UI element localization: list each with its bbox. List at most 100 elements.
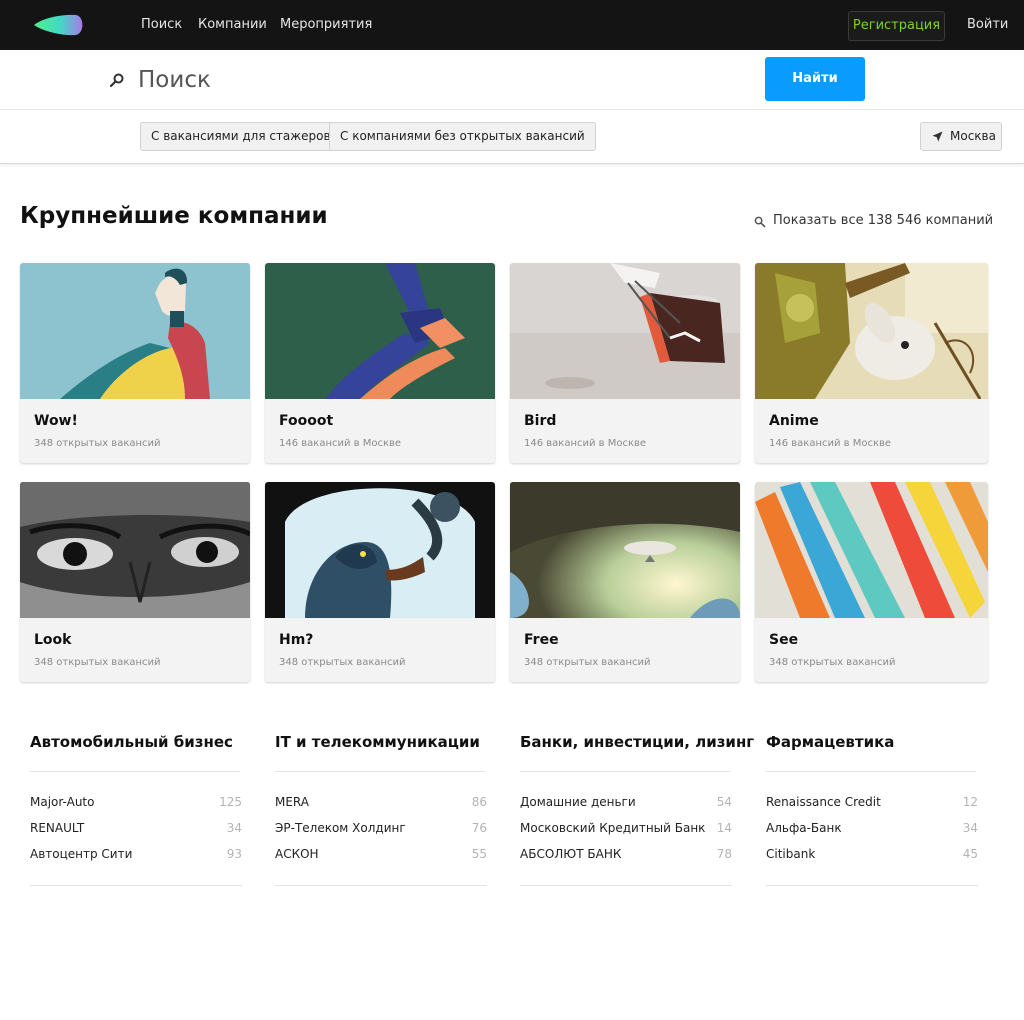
divider [520, 771, 730, 772]
brand-logo[interactable] [32, 14, 84, 36]
industry-company-count: 125 [219, 795, 242, 809]
show-all-label: Показать все 138 546 компаний [773, 213, 994, 228]
company-card-foooot[interactable]: Foooot 146 вакансий в Москве [265, 263, 495, 463]
industry-company-name: MERA [275, 795, 309, 809]
company-name: See [769, 632, 799, 648]
company-vacancies: 348 открытых вакансий [524, 657, 651, 668]
industry-company-name: АБСОЛЮТ БАНК [520, 847, 622, 861]
industry-title[interactable]: Банки, инвестиции, лизинг [520, 733, 754, 751]
company-card-look[interactable]: Look 348 открытых вакансий [20, 482, 250, 682]
company-image [20, 263, 250, 399]
company-vacancies: 146 вакансий в Москве [769, 438, 892, 449]
industry-company-count: 76 [471, 821, 487, 835]
top-nav-bar: Поиск Компании Мероприятия Регистрация В… [0, 0, 1024, 50]
industry-company-count: 86 [471, 795, 487, 809]
divider [275, 771, 485, 772]
industry-company-name: Major-Auto [30, 795, 95, 809]
company-vacancies: 146 вакансий в Москве [524, 438, 647, 449]
nav-link-search[interactable]: Поиск [141, 17, 182, 32]
industry-company-name: Домашние деньги [520, 795, 636, 809]
company-vacancies: 146 вакансий в Москве [279, 438, 402, 449]
location-arrow-icon [932, 131, 943, 142]
company-card-wow[interactable]: Wow! 348 открытых вакансий [20, 263, 250, 463]
industry-company-item[interactable]: Автоцентр Сити 93 [30, 847, 242, 867]
nav-link-companies[interactable]: Компании [198, 17, 267, 32]
company-name: Foooot [279, 413, 334, 429]
industry-company-count: 93 [226, 847, 242, 861]
section-title: Крупнейшие компании [20, 203, 328, 229]
industry-company-count: 34 [962, 821, 978, 835]
industry-company-count: 14 [716, 821, 732, 835]
login-link[interactable]: Войти [967, 17, 1008, 32]
find-button[interactable]: Найти [765, 57, 865, 101]
divider [766, 771, 976, 772]
industry-company-count: 54 [716, 795, 732, 809]
search-bar: Найти [0, 50, 1024, 110]
company-name: Look [34, 632, 72, 648]
company-name: Bird [524, 413, 557, 429]
industry-company-item[interactable]: Домашние деньги 54 [520, 795, 732, 815]
industry-company-item[interactable]: Альфа-Банк 34 [766, 821, 978, 841]
company-image [265, 263, 495, 399]
industry-company-item[interactable]: ЭР-Телеком Холдинг 76 [275, 821, 487, 841]
industry-title[interactable]: Фармацевтика [766, 733, 894, 751]
industry-company-item[interactable]: MERA 86 [275, 795, 487, 815]
company-card-bird[interactable]: Bird 146 вакансий в Москве [510, 263, 740, 463]
company-image [755, 482, 988, 618]
nav-link-events[interactable]: Мероприятия [280, 17, 372, 32]
city-label: Москва [950, 129, 996, 143]
company-name: Free [524, 632, 559, 648]
divider [520, 885, 732, 886]
industry-company-name: Автоцентр Сити [30, 847, 133, 861]
industry-company-item[interactable]: АСКОН 55 [275, 847, 487, 867]
industry-company-item[interactable]: Major-Auto 125 [30, 795, 242, 815]
company-name: Anime [769, 413, 819, 429]
industry-company-name: Альфа-Банк [766, 821, 842, 835]
company-name: Hm? [279, 632, 314, 648]
filter-chip-no-vacancies[interactable]: С компаниями без открытых вакансий [329, 122, 596, 151]
industry-company-name: Renaissance Credit [766, 795, 881, 809]
industry-title[interactable]: IT и телекоммуникации [275, 733, 480, 751]
industry-company-name: Citibank [766, 847, 816, 861]
company-image [20, 482, 250, 618]
city-selector[interactable]: Москва [920, 122, 1002, 151]
industry-company-item[interactable]: АБСОЛЮТ БАНК 78 [520, 847, 732, 867]
divider [30, 885, 242, 886]
industry-company-item[interactable]: Renaissance Credit 12 [766, 795, 978, 815]
filter-bar: С вакансиями для стажеров С компаниями б… [0, 110, 1024, 164]
filter-chip-interns[interactable]: С вакансиями для стажеров [140, 122, 342, 151]
industry-company-item[interactable]: Citibank 45 [766, 847, 978, 867]
company-card-free[interactable]: Free 348 открытых вакансий [510, 482, 740, 682]
divider [30, 771, 240, 772]
industry-title[interactable]: Автомобильный бизнес [30, 733, 233, 751]
divider [275, 885, 487, 886]
industry-company-count: 45 [962, 847, 978, 861]
company-card-see[interactable]: See 348 открытых вакансий [755, 482, 988, 682]
industry-company-name: RENAULT [30, 821, 85, 835]
company-image [510, 482, 740, 618]
company-image [510, 263, 740, 399]
company-name: Wow! [34, 413, 78, 429]
industry-company-count: 55 [471, 847, 487, 861]
industry-company-name: Московский Кредитный Банк [520, 821, 706, 835]
industry-company-count: 34 [226, 821, 242, 835]
industry-company-count: 12 [962, 795, 978, 809]
industry-company-name: АСКОН [275, 847, 319, 861]
company-card-anime[interactable]: Anime 146 вакансий в Москве [755, 263, 988, 463]
company-image [755, 263, 988, 399]
show-all-link[interactable]: Показать все 138 546 компаний [754, 213, 993, 228]
industry-company-item[interactable]: Московский Кредитный Банк 14 [520, 821, 732, 841]
company-vacancies: 348 открытых вакансий [769, 657, 896, 668]
company-vacancies: 348 открытых вакансий [279, 657, 406, 668]
company-vacancies: 348 открытых вакансий [34, 438, 161, 449]
register-button[interactable]: Регистрация [848, 11, 945, 41]
company-card-hm[interactable]: Hm? 348 открытых вакансий [265, 482, 495, 682]
search-input[interactable] [138, 62, 738, 98]
industry-company-count: 78 [716, 847, 732, 861]
divider [766, 885, 978, 886]
company-image [265, 482, 495, 618]
industry-company-item[interactable]: RENAULT 34 [30, 821, 242, 841]
industry-company-name: ЭР-Телеком Холдинг [275, 821, 406, 835]
search-icon [109, 73, 124, 88]
search-small-icon [754, 216, 766, 228]
